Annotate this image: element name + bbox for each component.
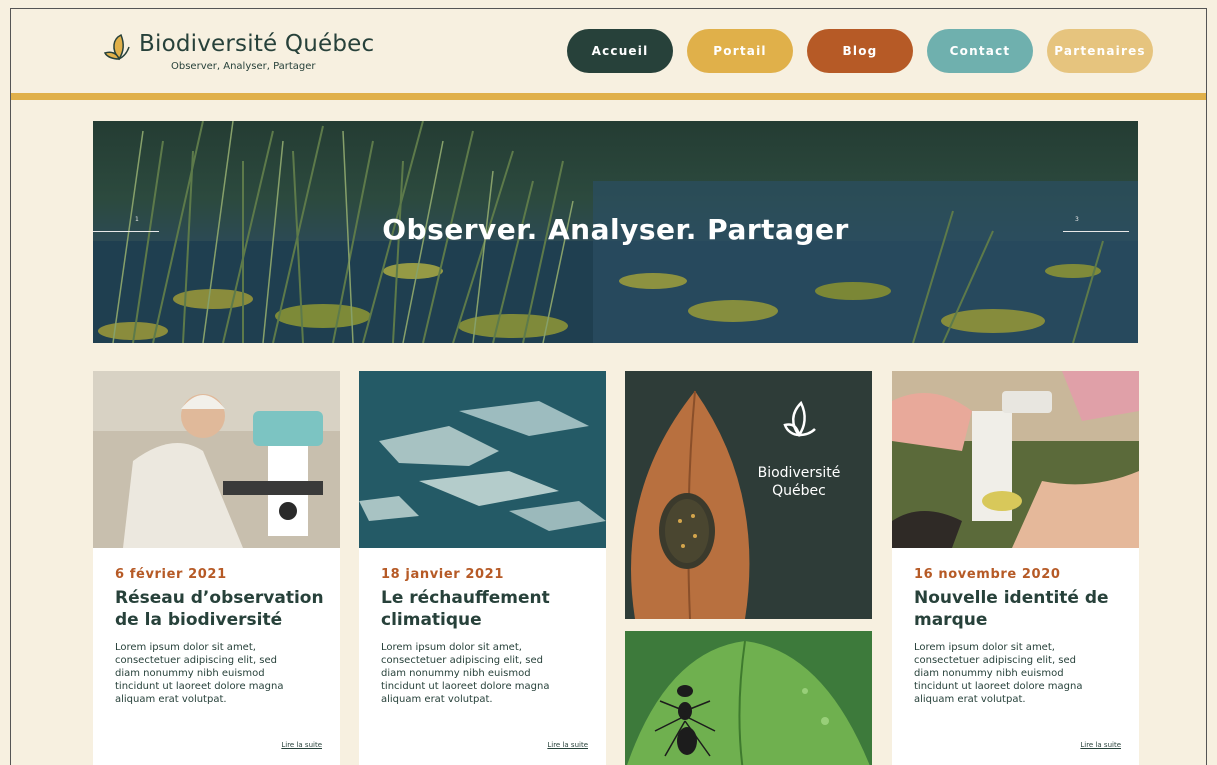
brand-name: Biodiversité Québec <box>139 31 375 57</box>
hero-prev-number: 1 <box>135 216 139 223</box>
card-date: 16 novembre 2020 <box>914 567 1061 582</box>
hero-title: Observer. Analyser. Partager <box>382 213 849 246</box>
brand-logo[interactable]: Biodiversité Québec Observer, Analyser, … <box>103 27 374 82</box>
card-date: 6 février 2021 <box>115 567 227 582</box>
card-title[interactable]: Nouvelle identité de marque <box>914 587 1129 631</box>
card-excerpt: Lorem ipsum dolor sit amet, consectetuer… <box>914 642 1083 705</box>
students-microscope-image <box>892 371 1139 548</box>
card-excerpt: Lorem ipsum dolor sit amet, consectetuer… <box>115 642 284 705</box>
hero-prev-arrow[interactable]: 1 <box>93 216 159 232</box>
brand-tagline: Observer, Analyser, Partager <box>171 61 316 72</box>
hero-prev-line <box>93 231 159 232</box>
news-card[interactable]: 18 janvier 2021 Le réchauffement climati… <box>359 371 606 765</box>
header-divider <box>11 93 1206 100</box>
card-title[interactable]: Le réchauffement climatique <box>381 587 596 631</box>
hero-next-line <box>1063 231 1129 232</box>
news-card[interactable]: 6 février 2021 Réseau d’observation de l… <box>93 371 340 765</box>
read-more-link[interactable]: Lire la suite <box>1080 741 1121 749</box>
read-more-link[interactable]: Lire la suite <box>281 741 322 749</box>
brand-feature-tile[interactable]: Biodiversité Québec <box>625 371 872 619</box>
hero-slider: Observer. Analyser. Partager 1 3 <box>93 121 1138 343</box>
nav-contact-button[interactable]: Contact <box>927 29 1033 73</box>
tile-brand-line2: Québec <box>772 483 826 499</box>
butterfly-logo-icon <box>103 33 130 61</box>
nav-partenaires-button[interactable]: Partenaires <box>1047 29 1153 73</box>
ant-on-leaf-image <box>625 631 872 765</box>
nav-portail-button[interactable]: Portail <box>687 29 793 73</box>
read-more-link[interactable]: Lire la suite <box>547 741 588 749</box>
hero-next-number: 3 <box>1075 216 1079 223</box>
news-card[interactable]: 16 novembre 2020 Nouvelle identité de ma… <box>892 371 1139 765</box>
nav-accueil-button[interactable]: Accueil <box>567 29 673 73</box>
ant-photo-tile[interactable] <box>625 631 872 765</box>
ice-floes-image <box>359 371 606 548</box>
card-title[interactable]: Réseau d’observation de la biodiversité <box>115 587 330 631</box>
tile-brand-line1: Biodiversité <box>757 465 841 481</box>
scientist-microscope-image <box>93 371 340 548</box>
hero-next-arrow[interactable]: 3 <box>1063 216 1129 232</box>
site-header: Biodiversité Québec Observer, Analyser, … <box>11 9 1206 93</box>
page-frame: Biodiversité Québec Observer, Analyser, … <box>10 8 1207 765</box>
card-date: 18 janvier 2021 <box>381 567 504 582</box>
nav-blog-button[interactable]: Blog <box>807 29 913 73</box>
card-excerpt: Lorem ipsum dolor sit amet, consectetuer… <box>381 642 550 705</box>
